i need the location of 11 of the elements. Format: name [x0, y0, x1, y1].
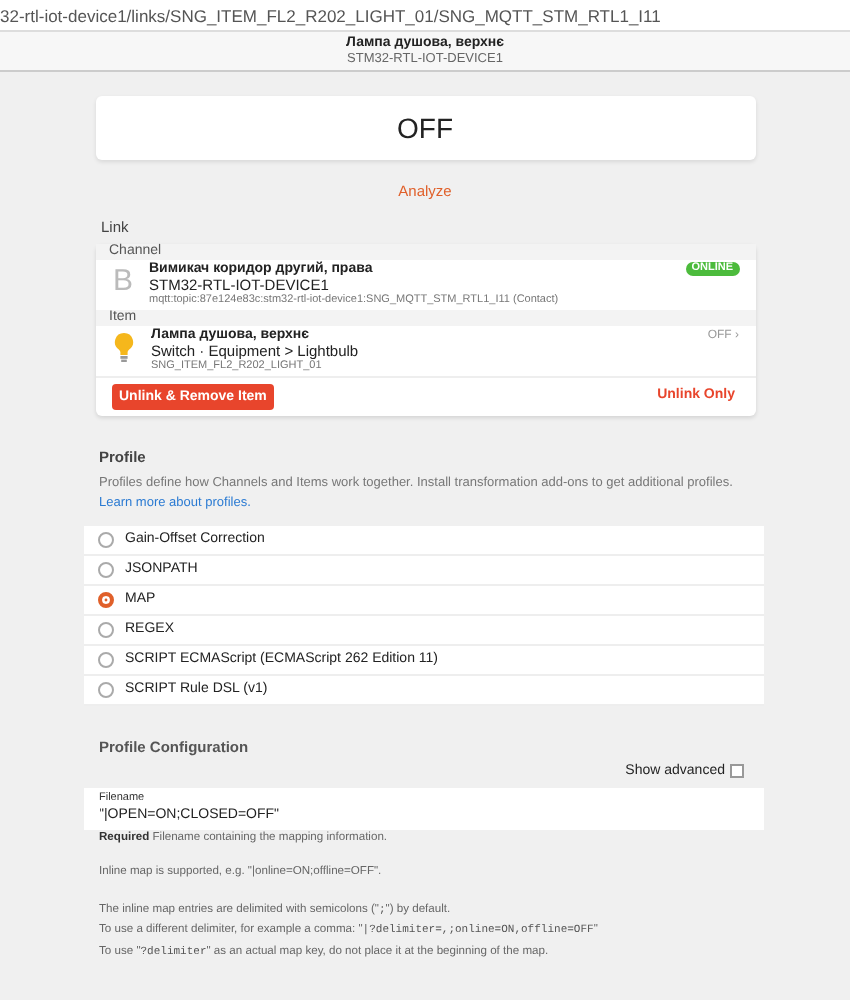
checkbox[interactable]: [729, 763, 743, 778]
radio-button[interactable]: [97, 591, 113, 608]
state-value: OFF: [397, 109, 453, 147]
radio-button[interactable]: [97, 561, 113, 578]
address-bar[interactable]: 32-rtl-iot-device1/links/SNG_ITEM_FL2_R202_LIGHT_01/SNG_MQTT_STM_RTL1_I11: [0, 0, 850, 32]
radio-button[interactable]: [97, 681, 113, 698]
channel-letter-icon: B: [109, 261, 137, 301]
radio-button[interactable]: [97, 531, 113, 548]
lightbulb-icon: [113, 331, 133, 363]
radio-button[interactable]: [97, 621, 113, 638]
radio-button[interactable]: [97, 651, 113, 668]
